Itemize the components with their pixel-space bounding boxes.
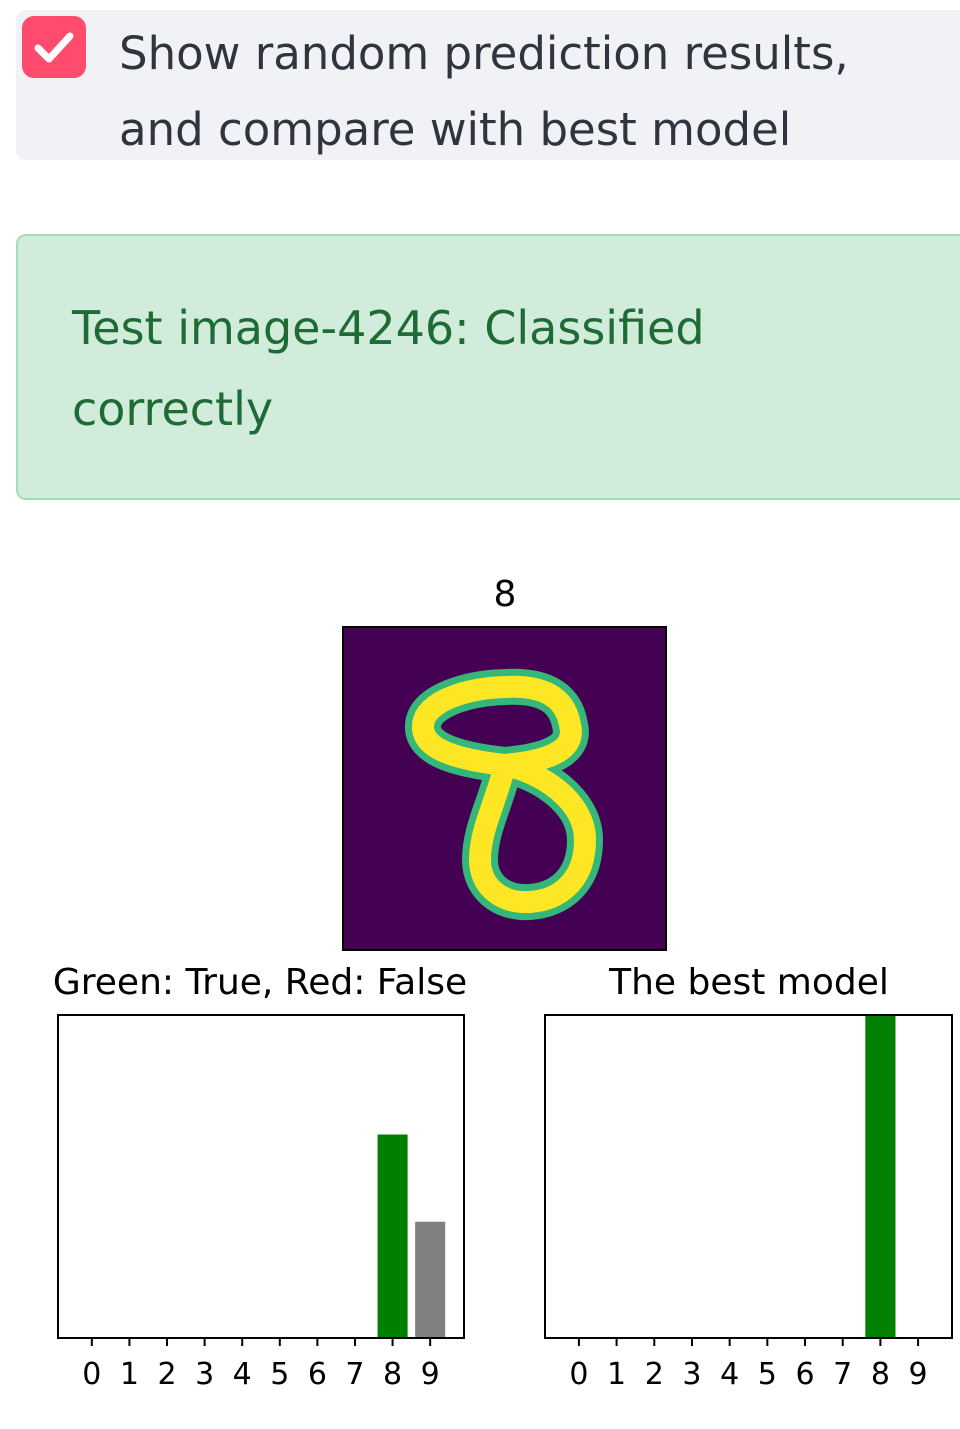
x-tick-label-0: 0 xyxy=(569,1357,588,1392)
x-tick-label-9: 9 xyxy=(909,1357,928,1392)
alert-message: Test image-4246: Classified correctly xyxy=(72,301,705,436)
x-tick-label-4: 4 xyxy=(720,1357,739,1392)
x-tick-label-7: 7 xyxy=(833,1357,852,1392)
image-title: 8 xyxy=(494,574,517,615)
x-tick-label-5: 5 xyxy=(758,1357,777,1392)
prediction-figure: 8 Green: True, Red: False0 1 2 3 4 5 6 7 8 9 The … xyxy=(53,574,953,1392)
chart-title: Green: True, Red: False xyxy=(53,962,467,1003)
bar-8 xyxy=(377,1134,408,1338)
x-tick-label-1: 1 xyxy=(120,1357,139,1392)
success-alert: Test image-4246: Classified correctly xyxy=(16,234,960,500)
bar-8 xyxy=(865,1015,896,1338)
x-tick-label-6: 6 xyxy=(795,1357,814,1392)
checkbox-checked[interactable] xyxy=(22,16,86,78)
checkmark-icon xyxy=(34,32,74,63)
best-model-chart: The best model 0 1 2 3 4 5 6 7 8 9 xyxy=(544,962,953,1392)
x-tick-label-3: 3 xyxy=(195,1357,214,1392)
x-tick-label-0: 0 xyxy=(82,1357,101,1392)
x-tick-label-2: 2 xyxy=(157,1357,176,1392)
x-tick-label-1: 1 xyxy=(607,1357,626,1392)
x-tick-label-9: 9 xyxy=(421,1357,440,1392)
x-tick-label-8: 8 xyxy=(383,1357,402,1392)
x-tick-label-2: 2 xyxy=(645,1357,664,1392)
x-tick-label-4: 4 xyxy=(233,1357,252,1392)
x-tick-label-7: 7 xyxy=(345,1357,364,1392)
show-predictions-checkbox-row[interactable]: Show random prediction results, and comp… xyxy=(16,10,960,160)
bar-9 xyxy=(415,1221,446,1338)
x-tick-label-8: 8 xyxy=(871,1357,890,1392)
x-tick-label-6: 6 xyxy=(308,1357,327,1392)
digit-image xyxy=(342,626,667,951)
prediction-chart: Green: True, Red: False 0 1 2 3 4 5 6 7 8 9 xyxy=(53,962,467,1392)
x-tick-label-5: 5 xyxy=(270,1357,289,1392)
chart-title: The best model xyxy=(608,962,889,1003)
x-tick-label-3: 3 xyxy=(682,1357,701,1392)
checkbox-label: Show random prediction results, and comp… xyxy=(119,27,849,156)
